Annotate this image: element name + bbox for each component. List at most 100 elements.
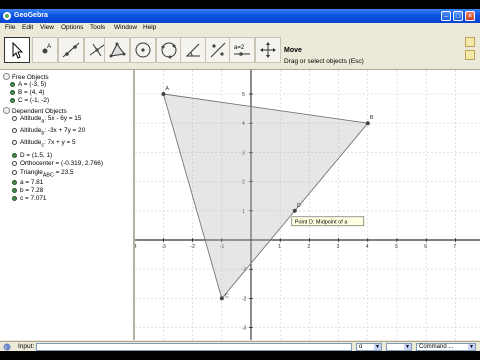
input-bar: i Input: α ▼ ▼ Command ... ▼ (0, 341, 480, 351)
menu-window[interactable]: Window (114, 23, 137, 33)
tooltip-text: Point D: Midpoint of a (295, 219, 349, 225)
visibility-toggle-icon[interactable] (12, 140, 17, 145)
visibility-toggle-icon[interactable] (12, 161, 17, 166)
geogebra-window: GeoGebra – □ × File Edit View Options To… (0, 9, 480, 351)
dependent-objects-header: Dependent Objects (12, 108, 67, 115)
visibility-toggle-icon[interactable] (10, 98, 15, 103)
angle-tool[interactable] (180, 37, 206, 63)
menu-help[interactable]: Help (143, 23, 156, 33)
svg-text:i: i (5, 345, 6, 351)
chevron-down-icon: ▼ (468, 344, 475, 350)
algebra-item-b[interactable]: b = 7.28 (12, 187, 43, 195)
algebra-item-triangle[interactable]: TriangleABC = 23.5 (12, 169, 74, 179)
move-graphics-view-icon (260, 42, 276, 58)
algebra-item-altitude-a[interactable]: Altitudea: 5x - 6y = 15 (12, 115, 81, 125)
visibility-toggle-icon[interactable] (10, 90, 15, 95)
x-tick-label: -2 (191, 244, 196, 250)
point-D (292, 208, 297, 213)
menu-edit[interactable]: Edit (22, 23, 33, 33)
circle-center-point-icon (135, 42, 151, 58)
help-icon[interactable] (465, 37, 475, 47)
y-tick-label: -2 (242, 296, 247, 302)
command-select[interactable]: Command ... ▼ (416, 343, 476, 351)
folder-toggle-icon[interactable] (3, 73, 10, 80)
point-label-C: C (225, 293, 229, 299)
x-tick-label: 2 (307, 244, 310, 250)
algebra-item-altitude-c[interactable]: Altitudec: 7x + y = 5 (12, 139, 76, 149)
angle-icon (185, 43, 200, 57)
triangle-ABC (162, 93, 369, 300)
x-tick-label: -4 (135, 244, 137, 250)
input-field[interactable] (36, 343, 352, 351)
y-tick-label: 5 (242, 92, 245, 98)
algebra-item-D[interactable]: D = (1.5, 1) (12, 152, 52, 160)
visibility-toggle-icon[interactable] (12, 196, 17, 201)
visibility-toggle-icon[interactable] (12, 188, 17, 193)
minimize-button[interactable]: – (441, 11, 451, 21)
algebra-item-orthocenter[interactable]: Orthocenter = (-0.319, 2.766) (12, 160, 103, 168)
visibility-toggle-icon[interactable] (12, 116, 17, 121)
greek-letter-select[interactable]: α ▼ (356, 343, 382, 351)
algebra-view: Free Objects A = (-3, 5) B = (4, 4) C = … (0, 70, 135, 340)
menu-tools[interactable]: Tools (90, 23, 105, 33)
visibility-toggle-icon[interactable] (12, 170, 17, 175)
point-tool[interactable]: A (32, 37, 58, 63)
line-tool[interactable] (58, 37, 84, 63)
close-button[interactable]: × (465, 11, 475, 21)
folder-toggle-icon[interactable] (3, 107, 10, 114)
algebra-item-c[interactable]: c = 7.071 (12, 195, 46, 203)
point-icon: A (42, 44, 51, 54)
y-tick-label: -3 (242, 326, 247, 332)
x-tick-label: 6 (424, 244, 427, 250)
undo-icon[interactable] (465, 50, 475, 60)
point-label-B: B (370, 115, 374, 121)
graphics-canvas[interactable]: -4-3-2-112345678654321-1-2-3ABCDPoint D:… (135, 70, 480, 340)
toolbar: A a=2 Move Drag or select objects (Esc) (0, 33, 480, 70)
svg-text:A: A (47, 44, 51, 50)
chevron-down-icon: ▼ (374, 344, 381, 350)
active-tool-description: Drag or select objects (Esc) (284, 58, 364, 65)
title-bar: GeoGebra – □ × (0, 9, 480, 23)
window-title: GeoGebra (14, 12, 48, 19)
circle-arc-tool[interactable] (156, 37, 182, 63)
polygon-icon (109, 42, 126, 58)
toolbar-side-icons (465, 37, 475, 63)
point-label-A: A (165, 86, 169, 92)
point-C (219, 296, 224, 301)
graphics-view[interactable]: -4-3-2-112345678654321-1-2-3ABCDPoint D:… (135, 70, 480, 340)
slider-icon: a=2 (234, 45, 250, 56)
input-help-icon[interactable]: i (3, 343, 11, 351)
algebra-item-a[interactable]: a = 7.81 (12, 179, 43, 187)
x-tick-label: -3 (161, 244, 166, 250)
menu-view[interactable]: View (40, 23, 54, 33)
x-tick-label: 4 (366, 244, 369, 250)
operator-select[interactable]: ▼ (386, 343, 412, 351)
circle-three-points-icon (161, 42, 177, 59)
menu-options[interactable]: Options (61, 23, 83, 33)
reflect-tool[interactable] (205, 37, 231, 63)
polygon-tool[interactable] (104, 37, 130, 63)
menu-file[interactable]: File (5, 23, 15, 33)
visibility-toggle-icon[interactable] (10, 82, 15, 87)
move-view-tool[interactable] (255, 37, 281, 63)
algebra-item-altitude-b[interactable]: Altitudeb: -3x + 7y = 20 (12, 127, 85, 137)
visibility-toggle-icon[interactable] (12, 153, 17, 158)
visibility-toggle-icon[interactable] (12, 128, 17, 133)
visibility-toggle-icon[interactable] (12, 180, 17, 185)
circle-tool[interactable] (130, 37, 156, 63)
x-tick-label: 5 (395, 244, 398, 250)
line-through-points-icon (62, 42, 80, 58)
algebra-item-C[interactable]: C = (-1, -2) (10, 97, 49, 105)
algebra-item-A[interactable]: A = (-3, 5) (10, 81, 46, 89)
point-B (365, 121, 370, 126)
point-A (161, 92, 166, 96)
maximize-button[interactable]: □ (453, 11, 463, 21)
algebra-item-B[interactable]: B = (4, 4) (10, 89, 44, 97)
move-tool[interactable] (4, 37, 30, 63)
free-objects-header: Free Objects (12, 74, 49, 81)
point-label-D: D (297, 203, 301, 209)
chevron-down-icon: ▼ (404, 344, 411, 350)
input-label: Input: (18, 343, 35, 350)
reflect-about-line-icon (210, 42, 226, 58)
slider-tool[interactable]: a=2 (229, 37, 255, 63)
